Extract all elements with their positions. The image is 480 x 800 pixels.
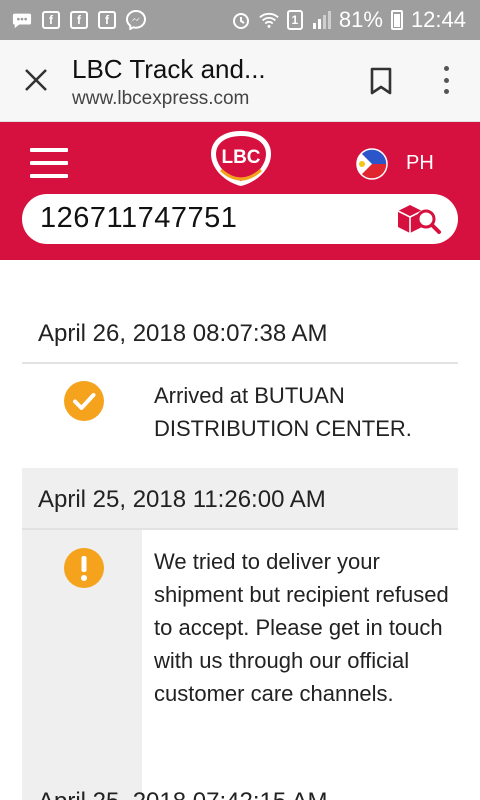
status-bar: f f f 1 81% 12:44: [0, 0, 480, 40]
alert-circle-icon: [64, 548, 104, 588]
signal-icon: [311, 10, 331, 30]
tracking-timeline: April 26, 2018 08:07:38 AM Arrived at BU…: [0, 260, 480, 800]
country-code[interactable]: PH: [406, 152, 434, 175]
philippines-flag-icon[interactable]: [356, 148, 388, 180]
page-title: LBC Track and...: [72, 54, 266, 84]
entry-message: Arrived at BUTUAN DISTRIBUTION CENTER.: [154, 383, 412, 441]
messenger-icon: [126, 10, 146, 30]
message-icon: [12, 10, 32, 30]
lbc-logo[interactable]: LBC: [205, 128, 277, 188]
facebook-icon: f: [98, 11, 116, 29]
track-package-search-icon[interactable]: [394, 201, 442, 237]
tracking-search-box[interactable]: 126711747751: [22, 194, 458, 244]
timeline-entry: April 25, 2018 11:26:00 AM We tried to d…: [22, 468, 458, 800]
sim-icon: 1: [286, 10, 303, 30]
tracking-number-input[interactable]: 126711747751: [40, 202, 237, 235]
close-icon[interactable]: [22, 66, 50, 94]
entry-body: We tried to deliver your shipment but re…: [142, 530, 458, 800]
entry-date: April 26, 2018 08:07:38 AM: [22, 320, 458, 364]
hamburger-menu-icon[interactable]: [30, 148, 68, 178]
browser-toolbar: LBC Track and... www.lbcexpress.com: [0, 40, 480, 122]
wifi-icon: [259, 10, 279, 30]
overflow-menu-icon[interactable]: [436, 64, 456, 96]
entry-message: We tried to deliver your shipment but re…: [154, 549, 449, 706]
logo-text: LBC: [221, 147, 260, 168]
battery-percent: 81%: [338, 7, 383, 32]
entry-date: April 25, 2018 11:26:00 AM: [22, 468, 458, 530]
check-circle-icon: [64, 381, 104, 421]
clock: 12:44: [410, 7, 466, 32]
alarm-icon: [231, 10, 251, 30]
facebook-icon: f: [42, 11, 60, 29]
facebook-icon: f: [70, 11, 88, 29]
entry-date: April 25, 2018 07:42:15 AM: [38, 788, 328, 800]
site-header: LBC PH 126711747751: [0, 122, 480, 260]
bookmark-icon[interactable]: [368, 66, 394, 96]
battery-icon: [390, 10, 403, 30]
page-url[interactable]: www.lbcexpress.com: [72, 88, 249, 110]
